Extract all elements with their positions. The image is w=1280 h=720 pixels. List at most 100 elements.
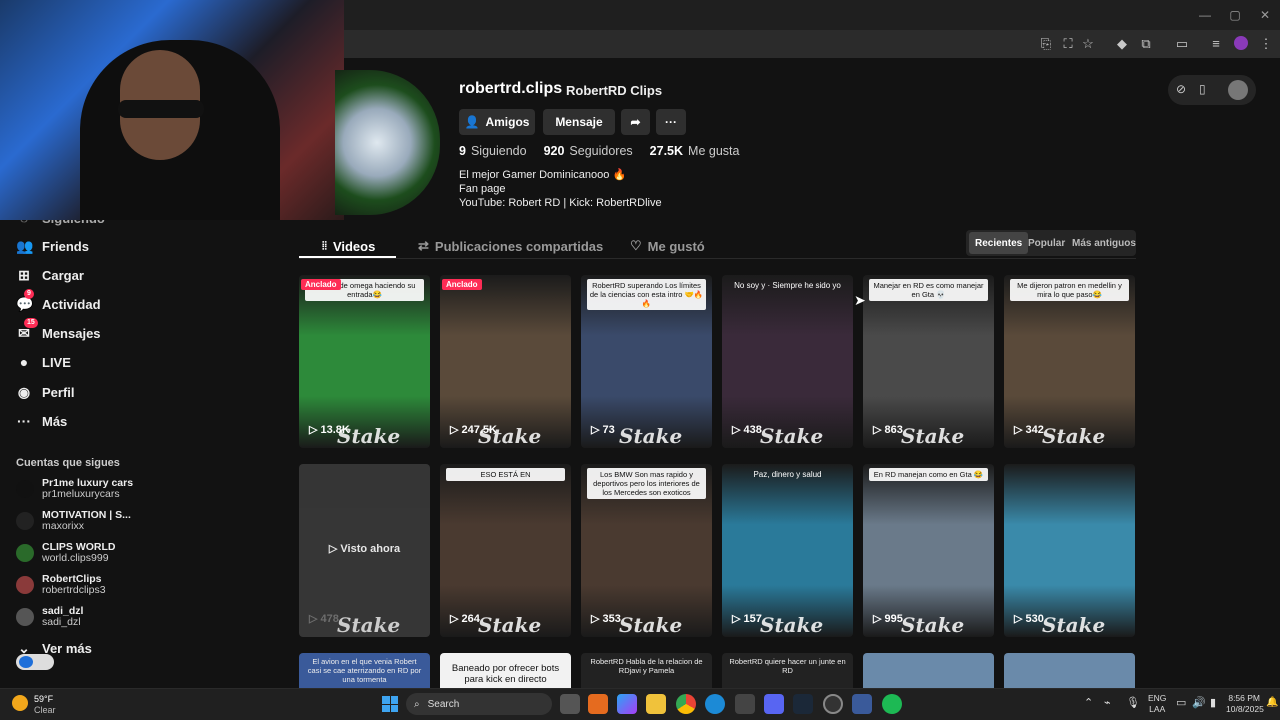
spotify-icon[interactable] xyxy=(882,694,902,714)
video-thumbnail[interactable]: ESO ESTÁ EN Stake ▷ 264 xyxy=(440,464,571,637)
menu-icon[interactable]: ⋮ xyxy=(1256,34,1276,54)
followed-account[interactable]: CLIPS WORLD world.clips999 xyxy=(16,539,116,567)
copilot-icon[interactable] xyxy=(617,694,637,714)
weather-widget[interactable]: 59°F Clear xyxy=(34,694,56,716)
video-thumbnail[interactable] xyxy=(863,653,994,688)
video-thumbnail[interactable]: Paz, dinero y salud Stake ▷ 157 xyxy=(722,464,853,637)
video-thumbnail[interactable]: Manejar en RD es como manejar en Gta 💀 St… xyxy=(863,275,994,448)
followed-account[interactable]: RobertClips robertrdclips3 xyxy=(16,571,106,599)
clock[interactable]: 8:56 PM 10/8/2025 xyxy=(1226,693,1264,715)
network-icon[interactable]: ⌁ xyxy=(1104,696,1111,709)
repost-icon: ⇄ xyxy=(418,238,429,253)
compass-icon[interactable]: ⊘ xyxy=(1176,82,1186,96)
reading-list-icon[interactable]: ≡ xyxy=(1206,34,1226,54)
video-thumbnail[interactable]: RobertRD quiere hacer un junte en RD xyxy=(722,653,853,688)
volume-icon[interactable]: 🔊 xyxy=(1192,696,1206,709)
notification-icon[interactable]: 🔔 xyxy=(1266,697,1278,708)
obs-icon[interactable] xyxy=(823,694,843,714)
task-view-icon[interactable] xyxy=(560,694,580,714)
profile-avatar[interactable] xyxy=(1234,36,1248,50)
stake-watermark: Stake xyxy=(760,613,824,637)
followed-account[interactable]: MOTIVATION | S... maxorixx xyxy=(16,507,131,535)
play-icon: ▷ xyxy=(591,424,600,436)
followed-account[interactable]: Pr1me luxury cars pr1meluxurycars xyxy=(16,475,133,503)
sort-recent[interactable]: Recientes xyxy=(969,232,1029,254)
video-thumbnail[interactable]: Stake ▷ 530 xyxy=(1004,464,1135,637)
sidebar-item-actividad[interactable]: 💬 Actividad 9 xyxy=(16,289,101,316)
app-icon-blue[interactable] xyxy=(852,694,872,714)
maximize-button[interactable]: ▢ xyxy=(1220,6,1250,24)
stake-watermark: Stake xyxy=(901,613,965,637)
battery-icon[interactable]: ▮ xyxy=(1210,696,1216,709)
tray-chevron-icon[interactable]: ⌃ xyxy=(1084,696,1093,709)
toggle-knob xyxy=(19,656,33,668)
app-icon-orange[interactable] xyxy=(588,694,608,714)
video-thumbnail[interactable]: Anclado Stake ▷ 247.5K xyxy=(440,275,571,448)
sidebar-item-ms[interactable]: ··· Más xyxy=(16,409,67,433)
discord-icon[interactable] xyxy=(764,694,784,714)
followed-account[interactable]: sadi_dzl sadi_dzl xyxy=(16,603,83,631)
video-thumbnail[interactable]: ▷ Visto ahora Stake ▷ 478 xyxy=(299,464,430,637)
close-button[interactable]: ✕ xyxy=(1250,6,1280,24)
profile-username: robertrd.clips xyxy=(459,80,563,97)
video-caption: Manejar en RD es como manejar en Gta 💀 xyxy=(869,279,988,301)
video-thumbnail[interactable] xyxy=(1004,653,1135,688)
pinned-badge: Anclado xyxy=(442,279,482,290)
taskbar-search[interactable]: ⌕ Search xyxy=(406,693,552,715)
extension-icon[interactable]: ◆ xyxy=(1112,34,1132,54)
edge-icon[interactable] xyxy=(705,694,725,714)
sidebar-item-live[interactable]: ● LIVE xyxy=(16,350,71,374)
user-icon: 👤 xyxy=(464,115,480,129)
display-icon[interactable]: ▭ xyxy=(1176,696,1186,709)
account-names: sadi_dzl sadi_dzl xyxy=(42,606,83,628)
sidebar-icon[interactable]: ▭ xyxy=(1172,34,1192,54)
translate-icon[interactable]: ⛶ xyxy=(1058,34,1078,54)
language-indicator[interactable]: ENG LAA xyxy=(1148,693,1166,715)
minimize-button[interactable]: — xyxy=(1190,6,1220,24)
bookmark-star-icon[interactable]: ☆ xyxy=(1078,34,1098,54)
video-caption: Me dijeron patron en medellin y mira lo … xyxy=(1010,279,1129,301)
play-icon: ▷ xyxy=(450,613,459,625)
puzzle-icon[interactable]: ⧉ xyxy=(1136,34,1156,54)
sidebar-item-friends[interactable]: 👥 Friends xyxy=(16,234,89,258)
followers-count: 920 xyxy=(543,144,565,158)
video-caption: No soy y · Siempre he sido yo xyxy=(734,281,841,290)
chrome-icon[interactable] xyxy=(676,694,696,714)
play-icon: ▷ xyxy=(450,424,459,436)
sidebar-item-cargar[interactable]: ⊞ Cargar xyxy=(16,263,84,287)
steam-icon[interactable] xyxy=(793,694,813,714)
phone-icon[interactable]: ▯ xyxy=(1199,82,1206,96)
sidebar-item-label: Mensajes xyxy=(42,325,101,341)
message-button[interactable]: Mensaje xyxy=(543,109,615,135)
tab-liked[interactable]: ♡ Me gustó xyxy=(630,236,705,256)
video-thumbnail[interactable]: La skin de omega haciendo su entrada😂 Anc… xyxy=(299,275,430,448)
sidebar-4-icon: ● xyxy=(19,354,29,370)
cast-icon[interactable]: ⎘ xyxy=(1036,34,1056,54)
followers-label[interactable]: Seguidores xyxy=(569,144,632,158)
file-explorer-icon[interactable] xyxy=(646,694,666,714)
sidebar-item-mensajes[interactable]: ✉ Mensajes 15 xyxy=(16,318,101,345)
video-thumbnail[interactable]: Baneado por ofrecer bots para kick en di… xyxy=(440,653,571,688)
sidebar-item-perfil[interactable]: ◉ Perfil xyxy=(16,380,75,404)
tab-shared[interactable]: ⇄ Publicaciones compartidas xyxy=(418,236,603,256)
user-avatar[interactable] xyxy=(1228,80,1248,100)
video-thumbnail[interactable]: RobertRD Habla de la relacion de RDjavi … xyxy=(581,653,712,688)
video-thumbnail[interactable]: Los BMW Son mas rapido y deportivos pero… xyxy=(581,464,712,637)
more-options-button[interactable]: ··· xyxy=(656,109,686,135)
share-button[interactable]: ➦ xyxy=(621,109,650,135)
watched-overlay: ▷ Visto ahora xyxy=(328,543,401,555)
video-thumbnail[interactable]: Me dijeron patron en medellin y mira lo … xyxy=(1004,275,1135,448)
video-thumbnail[interactable]: No soy y · Siempre he sido yo Stake ▷ 438 xyxy=(722,275,853,448)
sort-oldest[interactable]: Más antiguos xyxy=(1066,232,1142,254)
windows-start-icon[interactable] xyxy=(382,696,398,712)
sort-popular[interactable]: Popular xyxy=(1022,232,1071,254)
following-label[interactable]: Siguiendo xyxy=(471,144,527,158)
video-thumbnail[interactable]: En RD manejan como en Gta 😂 Stake ▷ 995 xyxy=(863,464,994,637)
video-thumbnail[interactable]: El avion en el que venia Robert casi se … xyxy=(299,653,430,688)
tab-videos[interactable]: ⦙⦙ Videos xyxy=(322,236,375,256)
video-thumbnail[interactable]: RobertRD superando Los límites de la cie… xyxy=(581,275,712,448)
friends-button[interactable]: 👤 Amigos xyxy=(459,109,535,135)
store-icon[interactable] xyxy=(735,694,755,714)
avatar xyxy=(16,512,34,530)
mic-icon[interactable]: 🎙 xyxy=(1126,696,1140,709)
